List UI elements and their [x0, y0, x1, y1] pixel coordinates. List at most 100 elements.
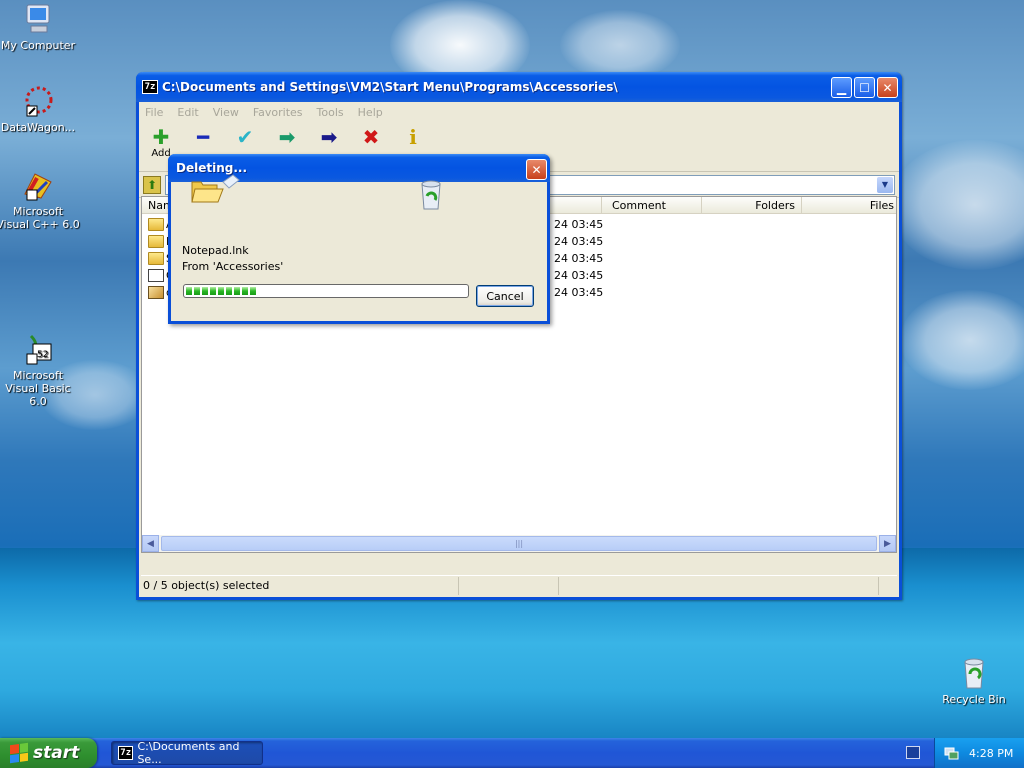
chevron-left-icon: ◀	[147, 538, 154, 549]
desktop-icon-label: Microsoft Visual C++ 6.0	[0, 205, 80, 231]
row-date: 24 03:45	[554, 235, 604, 248]
maximize-icon: ☐	[859, 80, 870, 95]
recycle-bin-icon	[421, 180, 441, 210]
maximize-button[interactable]: ☐	[854, 77, 875, 98]
close-icon: ✕	[531, 162, 542, 177]
move-icon: ➡	[320, 125, 338, 149]
menu-edit[interactable]: Edit	[177, 106, 198, 119]
flying-paper-icon	[222, 174, 240, 189]
menu-file[interactable]: File	[145, 106, 163, 119]
taskbar: start 7z C:\Documents and Se... 4:28 PM	[0, 738, 1024, 768]
status-bar: 0 / 5 object(s) selected	[141, 575, 897, 595]
window-titlebar[interactable]: 7z C:\Documents and Settings\VM2\Start M…	[136, 72, 902, 102]
extract-icon: ━	[196, 125, 210, 149]
progress-block	[226, 287, 232, 295]
taskbar-window-label: C:\Documents and Se...	[137, 740, 240, 766]
progress-block	[234, 287, 240, 295]
column-folders[interactable]: Folders	[702, 197, 802, 214]
recycle-bin-icon	[957, 656, 991, 690]
dialog-close-button[interactable]: ✕	[526, 159, 547, 180]
menu-favorites[interactable]: Favorites	[253, 106, 303, 119]
address-dropdown-button[interactable]: ▼	[877, 176, 893, 193]
folder-up-icon: ⬆	[146, 177, 158, 192]
7zip-app-icon: 7z	[118, 746, 134, 760]
scroll-left-button[interactable]: ◀	[142, 535, 159, 552]
file-icon	[148, 269, 164, 282]
folder-up-button[interactable]: ⬆	[143, 175, 161, 194]
cancel-button[interactable]: Cancel	[476, 285, 534, 307]
progress-block	[218, 287, 224, 295]
scroll-right-button[interactable]: ▶	[879, 535, 896, 552]
progress-block	[242, 287, 248, 295]
desktop-icon-label: Recycle Bin	[942, 693, 1006, 706]
delete-icon: ✖	[362, 125, 380, 149]
grip-icon: |||	[514, 539, 524, 548]
desktop-icon-datawagon[interactable]: DataWagon...	[0, 84, 80, 134]
delete-progress-bar	[183, 284, 469, 298]
status-text: 0 / 5 object(s) selected	[141, 576, 459, 595]
windows-logo-icon	[10, 742, 28, 764]
desktop-icon-label: Microsoft Visual Basic 6.0	[5, 369, 71, 408]
menu-help[interactable]: Help	[358, 106, 383, 119]
copy-icon: ➡	[278, 125, 296, 149]
folder-icon	[148, 235, 164, 248]
desktop-icon-my-computer[interactable]: My Computer	[0, 2, 80, 52]
progress-fill	[186, 287, 466, 295]
scroll-thumb[interactable]: |||	[161, 536, 877, 551]
status-cell	[559, 576, 879, 595]
minimize-button[interactable]: ▁	[831, 77, 852, 98]
deleting-file-name: Notepad.lnk	[182, 244, 249, 257]
visual-cpp-icon	[21, 168, 55, 202]
window-title: C:\Documents and Settings\VM2\Start Menu…	[162, 80, 618, 94]
progress-block	[250, 287, 256, 295]
status-cell	[459, 576, 559, 595]
taskbar-window-button[interactable]: 7z C:\Documents and Se...	[111, 740, 263, 766]
row-date: 24 03:45	[554, 269, 604, 282]
progress-block	[186, 287, 192, 295]
test-icon: ✔	[236, 125, 254, 149]
menu-bar: File Edit View Favorites Tools Help	[139, 102, 899, 122]
keyboard-icon[interactable]	[906, 746, 920, 759]
cloud	[560, 10, 680, 80]
horizontal-scrollbar[interactable]: ◀ ||| ▶	[142, 535, 896, 552]
chevron-down-icon: ▼	[881, 180, 889, 189]
desktop-icon-label: DataWagon...	[0, 121, 76, 134]
start-button[interactable]: start	[0, 738, 97, 768]
column-comment[interactable]: Comment	[602, 197, 702, 214]
row-date: 24 03:45	[554, 218, 604, 231]
system-tray: 4:28 PM	[934, 738, 1024, 768]
7zip-app-icon: 7z	[142, 80, 158, 94]
datawagon-icon	[21, 84, 55, 118]
desktop-icon-visual-cpp[interactable]: Microsoft Visual C++ 6.0	[0, 168, 80, 231]
menu-tools[interactable]: Tools	[317, 106, 344, 119]
shortcut-icon	[148, 286, 164, 299]
info-icon: i	[409, 125, 417, 149]
minimize-icon: ▁	[836, 80, 847, 95]
svg-text:52: 52	[37, 350, 48, 360]
menu-view[interactable]: View	[213, 106, 239, 119]
deleting-dialog: Deleting... ✕ Notepad.lnk From 'Accessor…	[168, 154, 550, 324]
dialog-title: Deleting...	[176, 161, 248, 175]
progress-block	[194, 287, 200, 295]
chevron-right-icon: ▶	[884, 538, 891, 549]
my-computer-icon	[21, 2, 55, 36]
visual-basic-icon: 52	[21, 332, 55, 366]
add-icon: ✚	[152, 125, 170, 149]
close-icon: ✕	[882, 80, 893, 95]
folder-icon	[148, 218, 164, 231]
column-files[interactable]: Files	[802, 197, 900, 214]
cloud	[890, 140, 1024, 270]
row-date: 24 03:45	[554, 286, 604, 299]
desktop-icon-visual-basic[interactable]: 52 Microsoft Visual Basic 6.0	[0, 332, 80, 408]
close-button[interactable]: ✕	[877, 77, 898, 98]
progress-block	[210, 287, 216, 295]
desktop-icon-recycle-bin[interactable]: Recycle Bin	[932, 656, 1016, 706]
row-date: 24 03:45	[554, 252, 604, 265]
open-folder-icon	[191, 181, 224, 203]
network-icon[interactable]	[943, 745, 959, 761]
deleting-source: From 'Accessories'	[182, 260, 284, 273]
file-manager-window: 7z C:\Documents and Settings\VM2\Start M…	[136, 72, 902, 600]
cloud	[900, 290, 1024, 390]
progress-block	[202, 287, 208, 295]
clock[interactable]: 4:28 PM	[969, 747, 1013, 760]
